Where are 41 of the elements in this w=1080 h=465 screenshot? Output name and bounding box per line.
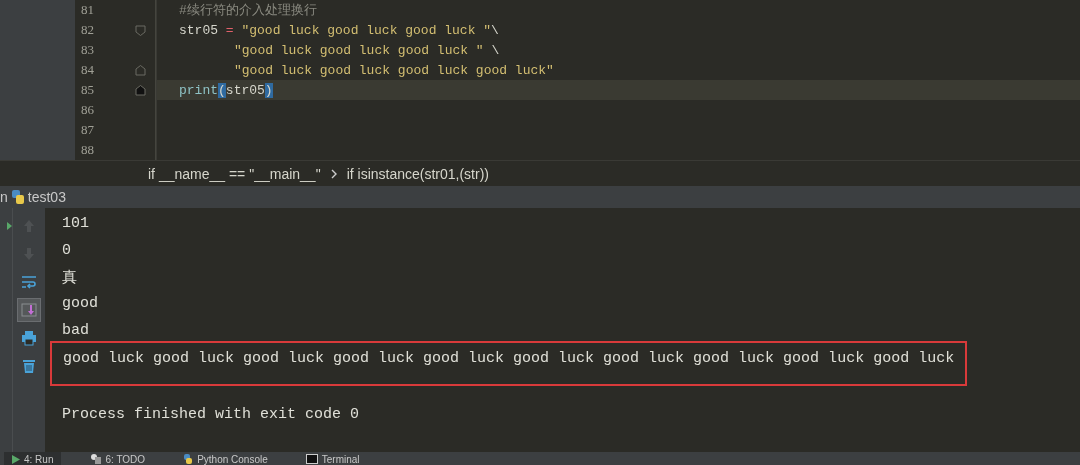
run-config-tab[interactable]: test03 xyxy=(27,189,66,205)
python-icon xyxy=(10,190,25,204)
wrap-icon xyxy=(21,274,37,290)
line-number: 83 xyxy=(80,41,95,59)
fold-icon[interactable] xyxy=(134,64,146,76)
tool-window-tab[interactable]: Python Console xyxy=(175,452,276,465)
python-icon xyxy=(183,454,194,464)
code-line: "good luck good luck good luck " \ xyxy=(233,41,501,60)
line-number: 85 xyxy=(80,81,95,99)
tool-window-tab[interactable]: 6: TODO xyxy=(83,452,154,465)
fold-icon[interactable] xyxy=(134,24,146,36)
output-line: 真 xyxy=(62,268,77,287)
tool-window-tab[interactable]: 4: Run xyxy=(4,452,62,465)
code-line: str05 = "good luck good luck good luck "\ xyxy=(178,21,500,40)
line-number: 84 xyxy=(80,61,95,79)
output-line: Process finished with exit code 0 xyxy=(62,405,360,423)
line-number: 87 xyxy=(80,121,95,139)
tool-window-tab[interactable]: Terminal xyxy=(297,452,368,465)
panel-title: n xyxy=(0,189,8,205)
chevron-icon xyxy=(330,168,337,179)
terminal-icon xyxy=(305,454,318,464)
breadcrumb-item[interactable]: if __name__ == "__main__" xyxy=(148,165,321,182)
output-line: 0 xyxy=(62,241,71,259)
scroll-end-icon xyxy=(21,302,37,318)
list-icon xyxy=(91,454,102,464)
trash-icon xyxy=(21,358,37,374)
scroll-end-button[interactable] xyxy=(17,298,41,322)
breadcrumb-item[interactable]: if isinstance(str01,(str)) xyxy=(346,165,489,182)
code-line: #续行符的介入处理换行 xyxy=(178,2,318,20)
fold-icon[interactable] xyxy=(134,84,146,96)
output-line: good xyxy=(62,295,98,313)
line-number: 88 xyxy=(80,141,95,159)
output-line: good luck good luck good luck good luck good luck good luck good luck good luck good luck good luck xyxy=(63,350,955,370)
play-icon xyxy=(12,454,20,464)
output-line: bad xyxy=(62,321,89,339)
line-number: 86 xyxy=(80,101,95,119)
output-line: 101 xyxy=(62,215,89,232)
code-line: "good luck good luck good luck good luck" xyxy=(233,61,555,80)
line-number: 81 xyxy=(80,1,95,19)
line-number: 82 xyxy=(80,21,95,39)
print-icon xyxy=(21,330,37,346)
